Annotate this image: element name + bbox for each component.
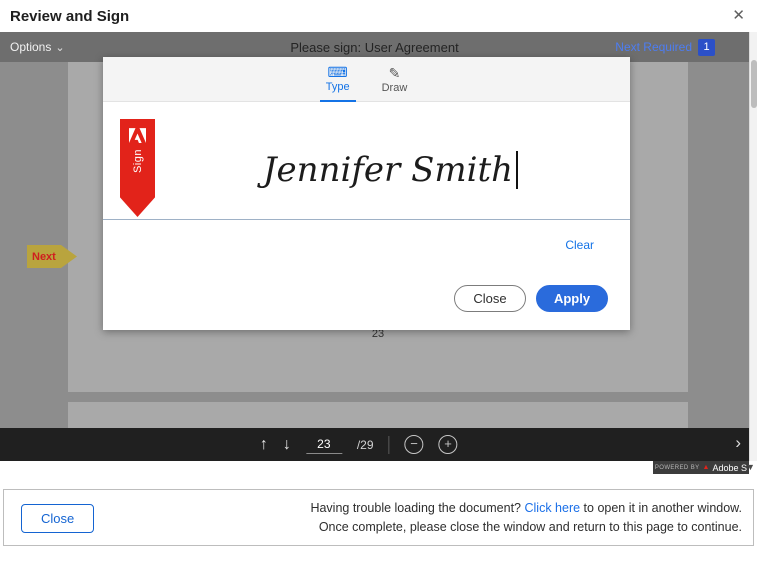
keyboard-icon: ⌨: [328, 65, 348, 79]
page-total-label: /29: [357, 438, 374, 452]
powered-by-brand: Adobe S: [712, 463, 747, 473]
signature-tabs: ⌨ Type ✎ Draw: [103, 57, 630, 102]
toolbar-divider: [389, 436, 390, 454]
review-and-sign-window: Review and Sign ✕ Options ⌄ Please sign:…: [0, 0, 757, 568]
close-icon[interactable]: ✕: [732, 6, 745, 24]
sign-ribbon: Sign: [120, 119, 155, 217]
trouble-loading-text: Having trouble loading the document? Cli…: [310, 499, 742, 537]
sign-ribbon-label: Sign: [132, 149, 144, 173]
signature-text: Jennifer Smith: [263, 150, 513, 190]
tab-draw[interactable]: ✎ Draw: [376, 57, 414, 102]
signature-modal-body: Sign Jennifer Smith Clear Close Apply: [103, 102, 630, 329]
tab-type-label: Type: [326, 81, 350, 93]
signature-input[interactable]: Jennifer Smith: [163, 124, 618, 216]
modal-buttons: Close Apply: [454, 285, 608, 312]
signature-modal: ⌨ Type ✎ Draw Sign Jennifer Smith Clear: [103, 57, 630, 330]
page-down-button[interactable]: ↓: [283, 436, 291, 454]
trouble-line-1: Having trouble loading the document? Cli…: [310, 499, 742, 518]
powered-by-label: POWERED BY: [655, 465, 700, 471]
trouble-text-after: to open it in another window.: [580, 501, 742, 515]
footer-panel: Close Having trouble loading the documen…: [3, 489, 754, 546]
tab-draw-label: Draw: [382, 82, 408, 94]
titlebar: Review and Sign ✕: [0, 0, 757, 32]
apply-button[interactable]: Apply: [536, 285, 608, 312]
document-page-next: [68, 402, 688, 428]
pen-icon: ✎: [389, 66, 401, 80]
text-caret: [516, 151, 518, 189]
trouble-line-2: Once complete, please close the window a…: [310, 518, 742, 537]
vertical-scrollbar[interactable]: [749, 32, 757, 461]
pdf-toolbar-controls: ↑ ↓ /29 − +: [260, 428, 458, 461]
clear-button[interactable]: Clear: [565, 238, 594, 252]
page-title: Review and Sign: [10, 8, 129, 25]
page-number-input[interactable]: [306, 435, 342, 454]
expand-toolbar-chevron[interactable]: ›: [735, 433, 741, 453]
zoom-in-button[interactable]: +: [439, 435, 458, 454]
scrollbar-thumb[interactable]: [751, 60, 757, 108]
next-required-label: Next Required: [615, 40, 692, 54]
adobe-triangle-icon: ▲: [703, 464, 710, 471]
zoom-out-button[interactable]: −: [405, 435, 424, 454]
page-up-button[interactable]: ↑: [260, 436, 268, 454]
tab-type[interactable]: ⌨ Type: [320, 57, 356, 102]
trouble-text-before: Having trouble loading the document?: [310, 501, 524, 515]
next-required-count-badge: 1: [698, 39, 715, 56]
signature-baseline: [103, 219, 630, 220]
footer-close-button[interactable]: Close: [21, 504, 94, 533]
adobe-logo-icon: [129, 128, 146, 143]
modal-close-button[interactable]: Close: [454, 285, 526, 312]
click-here-link[interactable]: Click here: [525, 501, 581, 515]
scrollbar-down-arrow[interactable]: ▼: [744, 461, 757, 474]
powered-by-badge: POWERED BY ▲ Adobe S: [653, 461, 749, 474]
next-field-flag-label: Next: [32, 251, 56, 263]
next-required-button[interactable]: Next Required 1: [615, 39, 715, 56]
pdf-viewer-toolbar: ↑ ↓ /29 − + ›: [0, 428, 749, 461]
